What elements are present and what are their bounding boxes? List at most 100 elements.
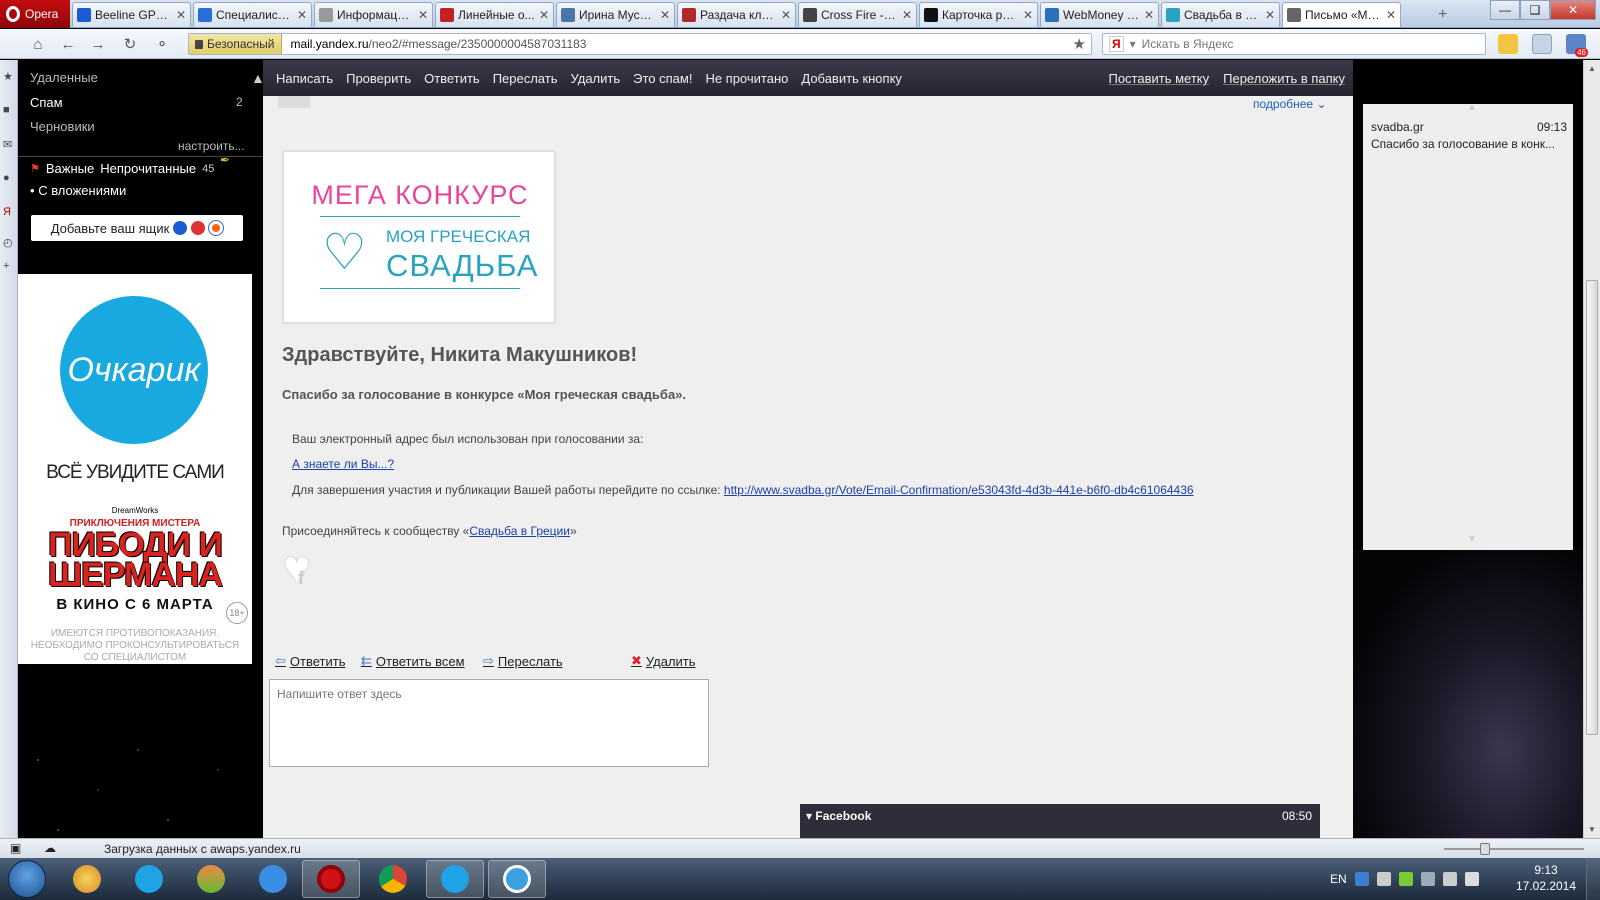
taskbar-game-icon[interactable] [182, 860, 240, 898]
browser-tab[interactable]: Линейные о... ✕ [435, 2, 554, 27]
browser-tab[interactable]: Свадьба в Гр... ✕ [1161, 2, 1280, 27]
language-indicator[interactable]: EN [1330, 872, 1347, 886]
url-text[interactable]: mail.yandex.ru/neo2/#message/23500000045… [282, 37, 1072, 51]
reply-button[interactable]: Ответить [424, 71, 480, 86]
compose-button[interactable]: Написать [276, 71, 333, 86]
more-details-link[interactable]: подробнее ⌄ [1253, 97, 1327, 111]
search-dropdown-icon[interactable]: ▾ [1130, 37, 1136, 51]
tab-close-icon[interactable]: ✕ [1023, 8, 1033, 22]
taskbar-chrome-icon[interactable] [364, 860, 422, 898]
browser-tab[interactable]: Специалист ... ✕ [193, 2, 312, 27]
browser-tab[interactable]: Информаци... ✕ [314, 2, 433, 27]
browser-tab[interactable]: Cross Fire - б... ✕ [798, 2, 917, 27]
notes-icon[interactable]: ■ [3, 104, 15, 116]
taskbar-paint-icon[interactable] [58, 860, 116, 898]
taskbar-downloader-icon[interactable] [488, 860, 546, 898]
maximize-window-icon[interactable]: ❑ [1520, 0, 1550, 20]
tray-volume-icon[interactable] [1464, 872, 1479, 886]
panel-toggle-icon[interactable]: ▣ [10, 841, 21, 855]
confirm-link[interactable]: http://www.svadba.gr/Vote/Email-Confirma… [724, 483, 1194, 497]
check-mail-button[interactable]: Проверить [346, 71, 411, 86]
search-field[interactable]: Я ▾ Искать в Яндекс [1102, 33, 1486, 55]
label-unread[interactable]: Непрочитанные [100, 161, 196, 176]
scroll-up-arrow-icon[interactable]: ▲ [251, 70, 263, 86]
minimize-window-icon[interactable]: — [1490, 0, 1520, 20]
tray-download-icon[interactable] [1354, 872, 1369, 886]
browser-tab[interactable]: Карточка ра... ✕ [919, 2, 1038, 27]
show-desktop-button[interactable] [1586, 858, 1600, 900]
ad-banner[interactable]: Очкарик ВСЁ УВИДИТЕ САМИ DreamWorks ПРИК… [18, 274, 252, 664]
windows-start-button[interactable] [8, 860, 46, 898]
label-important[interactable]: Важные [46, 161, 94, 176]
reload-icon[interactable]: ↻ [120, 34, 140, 54]
facebook-notification[interactable]: ▾ Facebook 08:50 [800, 804, 1320, 838]
opera-menu-button[interactable]: Opera [0, 0, 70, 28]
delete-button[interactable]: Удалить [570, 71, 620, 86]
browser-tab[interactable]: Раздача клю... ✕ [677, 2, 796, 27]
bookmarks-star-icon[interactable]: ★ [3, 70, 15, 83]
back-arrow-icon[interactable]: ← [58, 34, 78, 54]
zoom-slider-handle[interactable] [1480, 843, 1490, 855]
bookmark-star-icon[interactable]: ★ [1073, 35, 1091, 53]
yandex-search-icon[interactable]: Я [1109, 36, 1124, 52]
speed-dial-icon[interactable] [1532, 34, 1552, 54]
page-scrollbar[interactable]: ▲ ▼ [1583, 60, 1600, 838]
tab-close-icon[interactable]: ✕ [1386, 8, 1396, 22]
key-icon[interactable]: ⚬ [152, 34, 172, 54]
taskbar-ie-icon[interactable] [244, 860, 302, 898]
tab-close-icon[interactable]: ✕ [902, 8, 912, 22]
quick-reply-input[interactable] [277, 687, 701, 759]
setup-folders-link[interactable]: настроить... [178, 139, 245, 153]
taskbar-clock[interactable]: 9:13 17.02.2014 [1515, 862, 1577, 894]
add-mailbox-button[interactable]: Добавьте ваш ящик [31, 215, 243, 241]
contacts-icon[interactable]: ● [3, 172, 15, 184]
folder-deleted[interactable]: Удаленные [30, 70, 98, 85]
tray-battery-icon[interactable] [1442, 872, 1457, 886]
tab-close-icon[interactable]: ✕ [1265, 8, 1275, 22]
scroll-down-icon[interactable]: ▼ [1588, 825, 1596, 834]
did-you-know-link[interactable]: А знаете ли Вы...? [292, 457, 394, 471]
taskbar-opera-icon[interactable] [302, 860, 360, 898]
tab-close-icon[interactable]: ✕ [781, 8, 791, 22]
forward-button[interactable]: Переслать [493, 71, 558, 86]
folder-spam[interactable]: Спам [30, 95, 63, 110]
taskbar-skype-window-icon[interactable] [426, 860, 484, 898]
community-link[interactable]: Свадьба в Греции [469, 524, 570, 538]
label-attachments[interactable]: • С вложениями [30, 183, 126, 198]
mail-icon[interactable]: ✉ [3, 138, 15, 151]
zoom-slider[interactable] [1444, 843, 1584, 855]
tab-close-icon[interactable]: ✕ [176, 8, 186, 22]
scrollbar-thumb[interactable] [1586, 280, 1598, 735]
thread-item[interactable]: svadba.gr 09:13 Спасибо за голосование в… [1371, 120, 1567, 151]
extension-puzzle-icon[interactable] [1498, 34, 1518, 54]
tray-app-icon[interactable] [1398, 872, 1413, 886]
yandex-panel-icon[interactable]: Я [3, 206, 15, 218]
thread-scroll-down-icon[interactable]: ▼ [1467, 534, 1477, 545]
address-field[interactable]: Безопасный mail.yandex.ru/neo2/#message/… [188, 33, 1092, 55]
quick-reply-link[interactable]: ⇦ Ответить [275, 653, 345, 669]
set-label-button[interactable]: Поставить метку [1108, 71, 1209, 86]
scroll-up-icon[interactable]: ▲ [1588, 64, 1596, 73]
history-icon[interactable]: ◴ [3, 236, 15, 249]
reply-all-link[interactable]: ⇇ Ответить всем [361, 653, 465, 669]
browser-tab[interactable]: Письмо «Му... ✕ [1282, 2, 1401, 27]
mail-notifier-icon[interactable]: 46 [1566, 34, 1588, 57]
tab-close-icon[interactable]: ✕ [1144, 8, 1154, 22]
tab-close-icon[interactable]: ✕ [418, 8, 428, 22]
secure-connection-badge[interactable]: Безопасный [189, 34, 283, 54]
browser-tab[interactable]: Ирина Муста... ✕ [556, 2, 675, 27]
home-icon[interactable]: ⌂ [28, 34, 48, 54]
forward-arrow-icon[interactable]: → [88, 34, 108, 54]
browser-tab[interactable]: WebMoney К... ✕ [1040, 2, 1159, 27]
new-tab-plus-icon[interactable]: + [1438, 6, 1447, 24]
folder-drafts[interactable]: Черновики [30, 119, 95, 134]
close-window-icon[interactable]: ✕ [1550, 0, 1596, 20]
turbo-cloud-icon[interactable]: ☁ [44, 841, 56, 855]
quick-forward-link[interactable]: ⇨ Переслать [483, 653, 563, 669]
tab-close-icon[interactable]: ✕ [539, 8, 549, 22]
tab-close-icon[interactable]: ✕ [297, 8, 307, 22]
tray-flag-icon[interactable] [1376, 872, 1391, 886]
add-button-button[interactable]: Добавить кнопку [801, 71, 902, 86]
add-panel-icon[interactable]: + [3, 260, 15, 272]
tab-close-icon[interactable]: ✕ [660, 8, 670, 22]
